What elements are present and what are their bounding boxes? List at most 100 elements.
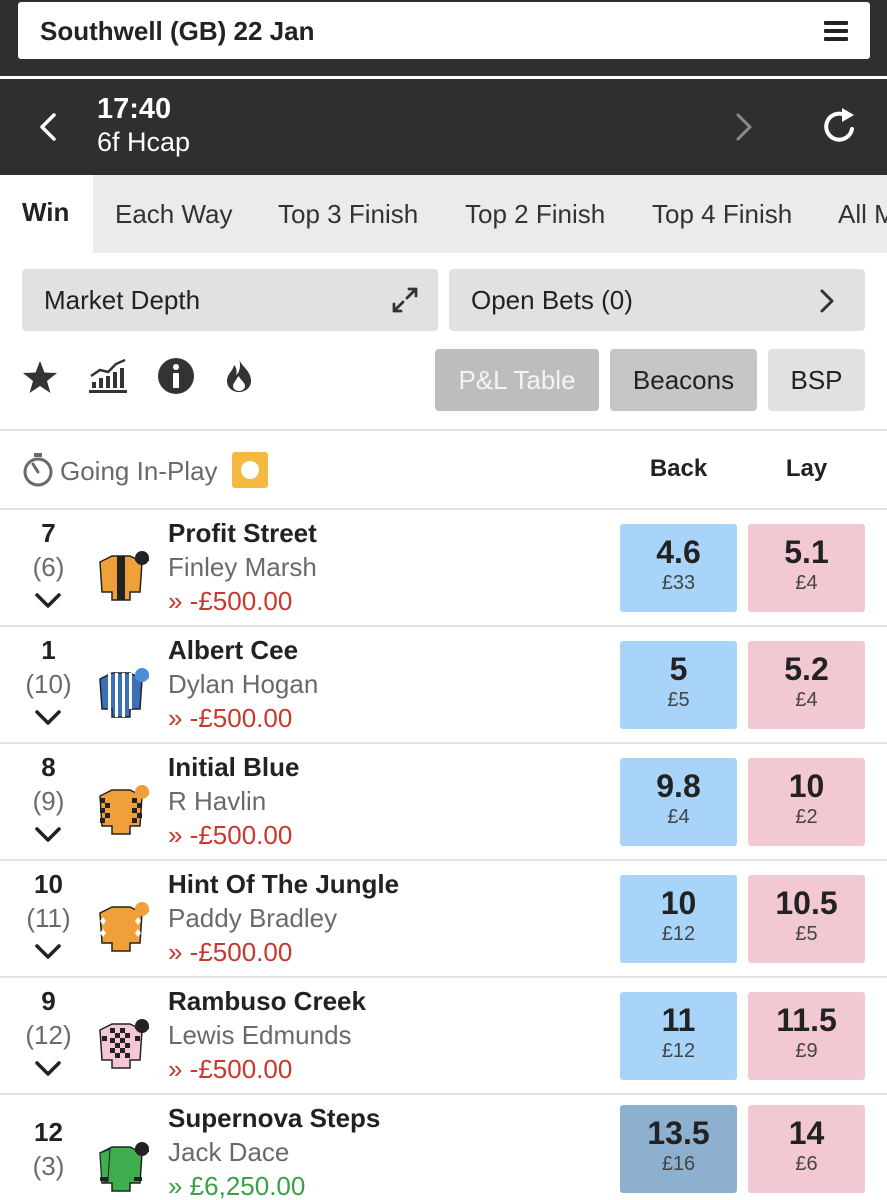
jockey-silk-icon — [99, 785, 149, 835]
back-odds: 9.8 — [656, 768, 701, 804]
tab-all-markets[interactable]: All M — [838, 175, 887, 253]
chevron-down-icon[interactable] — [0, 1058, 97, 1080]
runner-name: Profit Street — [168, 518, 317, 548]
runner-row[interactable]: 12 (3) Supernova Steps Jack Dace » £6,25… — [0, 1095, 887, 1200]
back-price-button[interactable]: 11 £12 — [620, 992, 737, 1080]
back-odds: 4.6 — [656, 534, 701, 570]
back-price-button[interactable]: 4.6 £33 — [620, 524, 737, 612]
lay-stake: £4 — [795, 572, 818, 594]
chevron-left-icon[interactable] — [34, 107, 64, 147]
lay-header: Lay — [785, 455, 828, 482]
lay-price-button[interactable]: 10 £2 — [748, 758, 865, 846]
race-description: 6f Hcap — [97, 127, 191, 157]
tab-top-4-finish[interactable]: Top 4 Finish — [652, 175, 792, 253]
market-depth-label: Market Depth — [44, 285, 201, 315]
runner-number: 8 — [41, 752, 56, 782]
runner-draw: (12) — [25, 1020, 72, 1050]
back-stake: £33 — [661, 572, 696, 594]
market-depth-button[interactable]: Market Depth — [22, 269, 438, 331]
tab-win[interactable]: Win — [0, 175, 93, 253]
lay-odds: 5.2 — [784, 651, 829, 687]
lay-stake: £9 — [795, 1040, 818, 1062]
pl-table-button[interactable]: P&L Table — [435, 349, 599, 411]
runner-draw: (6) — [32, 552, 65, 582]
tab-top-3-finish[interactable]: Top 3 Finish — [278, 175, 418, 253]
profit-loss: » -£500.00 — [168, 703, 293, 733]
chevron-down-icon[interactable] — [0, 590, 97, 612]
info-icon[interactable] — [157, 357, 195, 395]
meeting-title: Southwell (GB) 22 Jan — [40, 16, 315, 46]
profit-loss: » -£500.00 — [168, 1054, 293, 1084]
jockey-name: Lewis Edmunds — [168, 1020, 352, 1050]
bsp-button[interactable]: BSP — [768, 349, 865, 411]
runner-row[interactable]: 1 (10) Albert Cee Dylan Hogan » -£500.00… — [0, 627, 887, 744]
profit-loss: » -£500.00 — [168, 937, 293, 967]
tab-top-2-finish[interactable]: Top 2 Finish — [465, 175, 605, 253]
lay-stake: £6 — [795, 1153, 818, 1175]
chevron-down-icon[interactable] — [0, 941, 97, 963]
runner-row[interactable]: 9 (12) Rambuso Creek Lewis Edmunds » -£5… — [0, 978, 887, 1095]
runner-draw: (11) — [26, 903, 71, 933]
tab-each-way[interactable]: Each Way — [115, 175, 233, 253]
in-play-label: Going In-Play — [60, 456, 218, 486]
lay-odds: 10.5 — [775, 885, 838, 921]
runner-draw: (3) — [32, 1151, 65, 1181]
open-bets-button[interactable]: Open Bets (0) — [449, 269, 865, 331]
back-stake: £12 — [661, 923, 696, 945]
hamburger-menu-icon[interactable] — [824, 21, 848, 41]
expand-icon — [392, 287, 418, 313]
app-header: Southwell (GB) 22 Jan — [0, 0, 887, 80]
in-play-badge — [232, 452, 268, 488]
back-odds: 10 — [660, 885, 697, 921]
back-price-button[interactable]: 10 £12 — [620, 875, 737, 963]
jockey-name: Jack Dace — [168, 1137, 290, 1167]
section-divider — [0, 429, 887, 431]
lay-price-button[interactable]: 14 £6 — [748, 1105, 865, 1193]
back-stake: £5 — [667, 689, 690, 711]
lay-price-button[interactable]: 5.1 £4 — [748, 524, 865, 612]
back-stake: £4 — [667, 806, 690, 828]
chart-icon[interactable] — [88, 356, 128, 394]
back-price-button[interactable]: 13.5 £16 — [620, 1105, 737, 1193]
profit-loss: » -£500.00 — [168, 586, 293, 616]
meeting-selector[interactable]: Southwell (GB) 22 Jan — [18, 2, 870, 59]
back-odds: 5 — [669, 651, 688, 687]
back-stake: £16 — [661, 1153, 696, 1175]
open-bets-count: (0) — [601, 285, 633, 315]
runner-number: 10 — [34, 869, 63, 899]
chevron-down-icon[interactable] — [0, 824, 97, 846]
runner-row[interactable]: 8 (9) Initial Blue R Havlin » -£500.00 9… — [0, 744, 887, 861]
chevron-down-icon[interactable] — [0, 707, 97, 729]
back-price-button[interactable]: 9.8 £4 — [620, 758, 737, 846]
star-icon[interactable] — [22, 360, 58, 394]
beacons-button[interactable]: Beacons — [610, 349, 757, 411]
back-stake: £12 — [661, 1040, 696, 1062]
runner-number: 9 — [41, 986, 56, 1016]
lay-stake: £5 — [795, 923, 818, 945]
runner-row[interactable]: 10 (11) Hint Of The Jungle Paddy Bradley… — [0, 861, 887, 978]
runner-number: 12 — [34, 1117, 63, 1147]
runner-name: Rambuso Creek — [168, 986, 366, 1016]
profit-loss: » -£500.00 — [168, 820, 293, 850]
back-price-button[interactable]: 5 £5 — [620, 641, 737, 729]
race-time: 17:40 — [97, 93, 172, 125]
profit-loss: » £6,250.00 — [168, 1171, 306, 1200]
chevron-right-icon — [820, 289, 834, 313]
flame-icon[interactable] — [224, 356, 254, 394]
refresh-icon[interactable] — [818, 105, 862, 149]
race-bar: 17:40 6f Hcap — [0, 79, 887, 175]
runner-row[interactable]: 7 (6) Profit Street Finley Marsh » -£500… — [0, 510, 887, 627]
stopwatch-icon — [23, 453, 53, 487]
runner-number: 7 — [41, 518, 56, 548]
chevron-right-icon[interactable] — [728, 107, 758, 147]
back-header: Back — [649, 455, 708, 482]
runner-number: 1 — [41, 635, 56, 665]
runner-name: Hint Of The Jungle — [168, 869, 400, 899]
jockey-silk-icon — [99, 668, 149, 718]
lay-stake: £4 — [795, 689, 818, 711]
lay-price-button[interactable]: 11.5 £9 — [748, 992, 865, 1080]
jockey-silk-icon — [99, 551, 149, 601]
lay-price-button[interactable]: 5.2 £4 — [748, 641, 865, 729]
jockey-name: Paddy Bradley — [168, 903, 338, 933]
lay-price-button[interactable]: 10.5 £5 — [748, 875, 865, 963]
